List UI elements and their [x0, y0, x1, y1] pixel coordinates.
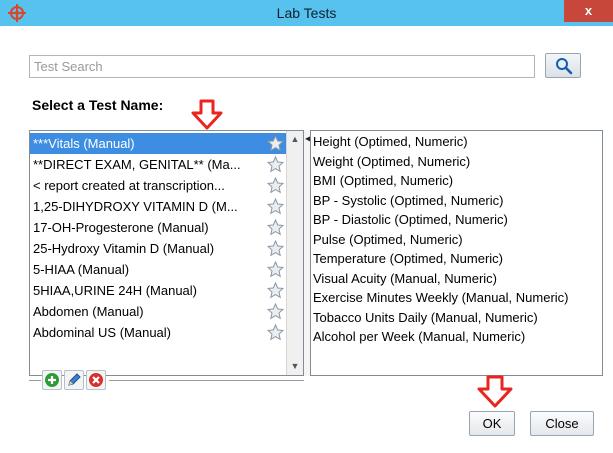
test-name-list[interactable]: ***Vitals (Manual) **DIRECT EXAM, GENITAL… [29, 130, 304, 376]
test-component-item[interactable]: Alcohol per Week (Manual, Numeric) [313, 327, 525, 347]
add-test-button[interactable] [42, 370, 62, 390]
test-list-item[interactable]: 25-Hydroxy Vitamin D (Manual) [30, 238, 286, 259]
favorite-star-icon[interactable] [267, 177, 284, 194]
edit-test-button[interactable] [64, 370, 84, 390]
favorite-star-icon[interactable] [267, 324, 284, 341]
search-button[interactable] [545, 53, 581, 78]
toolbar-divider [109, 380, 304, 381]
pencil-icon [68, 373, 81, 386]
title-bar[interactable]: Lab Tests x [0, 0, 613, 26]
test-list-item-label: 1,25-DIHYDROXY VITAMIN D (M... [33, 199, 238, 214]
test-list-item-label: ***Vitals (Manual) [33, 136, 135, 151]
test-list-item-label: 5-HIAA (Manual) [33, 262, 130, 277]
test-component-item[interactable]: Temperature (Optimed, Numeric) [313, 249, 503, 269]
test-component-item[interactable]: Height (Optimed, Numeric) [313, 132, 468, 152]
lab-tests-dialog: Lab Tests x Select a Test Name: ***Vital… [0, 0, 613, 453]
favorite-star-icon[interactable] [267, 135, 284, 152]
magnifier-icon [556, 58, 573, 75]
test-component-item[interactable]: Visual Acuity (Manual, Numeric) [313, 269, 497, 289]
test-list-item[interactable]: 17-OH-Progesterone (Manual) [30, 217, 286, 238]
test-list-item-label: Abdomen (Manual) [33, 304, 144, 319]
favorite-star-icon[interactable] [267, 198, 284, 215]
delete-icon [89, 373, 103, 387]
favorite-star-icon[interactable] [267, 303, 284, 320]
test-component-item[interactable]: Exercise Minutes Weekly (Manual, Numeric… [313, 288, 569, 308]
ok-button[interactable]: OK [469, 411, 515, 436]
delete-test-button[interactable] [86, 370, 106, 390]
favorite-star-icon[interactable] [267, 156, 284, 173]
favorite-star-icon[interactable] [267, 219, 284, 236]
test-components-list[interactable]: Height (Optimed, Numeric) Weight (Optimed… [310, 130, 603, 376]
test-list-item[interactable]: < report created at transcription... [30, 175, 286, 196]
test-list-item[interactable]: 5-HIAA (Manual) [30, 259, 286, 280]
add-icon [45, 373, 59, 387]
test-list-item-label: 5HIAA,URINE 24H (Manual) [33, 283, 197, 298]
favorite-star-icon[interactable] [267, 261, 284, 278]
test-list-item-label: < report created at transcription... [33, 178, 225, 193]
test-component-item[interactable]: Weight (Optimed, Numeric) [313, 152, 470, 172]
scroll-up-arrow-icon[interactable]: ▲ [287, 131, 303, 148]
annotation-arrow-icon [191, 99, 223, 130]
test-list-item[interactable]: Abdominal US (Manual) [30, 322, 286, 343]
favorite-star-icon[interactable] [267, 282, 284, 299]
test-list-toolbar [29, 370, 304, 396]
test-search-input[interactable] [29, 55, 535, 78]
test-list-scrollbar[interactable]: ▲ ▼ [286, 131, 303, 375]
test-component-item[interactable]: BP - Systolic (Optimed, Numeric) [313, 191, 503, 211]
test-list-item-label: 25-Hydroxy Vitamin D (Manual) [33, 241, 215, 256]
test-list-item[interactable]: Abdomen (Manual) [30, 301, 286, 322]
test-list-item-label: **DIRECT EXAM, GENITAL** (Ma... [33, 157, 241, 172]
favorite-star-icon[interactable] [267, 240, 284, 257]
close-button[interactable]: Close [530, 411, 594, 436]
select-test-label: Select a Test Name: [32, 97, 164, 113]
test-list-item[interactable]: 1,25-DIHYDROXY VITAMIN D (M... [30, 196, 286, 217]
test-list-item[interactable]: **DIRECT EXAM, GENITAL** (Ma... [30, 154, 286, 175]
test-list-item[interactable]: 5HIAA,URINE 24H (Manual) [30, 280, 286, 301]
test-list-item[interactable]: ***Vitals (Manual) [30, 133, 286, 154]
toolbar-divider [29, 380, 41, 381]
window-close-button[interactable]: x [564, 0, 613, 22]
test-list-item-label: Abdominal US (Manual) [33, 325, 172, 340]
window-title: Lab Tests [276, 5, 337, 21]
annotation-arrow-icon [477, 375, 513, 408]
test-list-item-label: 17-OH-Progesterone (Manual) [33, 220, 209, 235]
test-component-item[interactable]: Pulse (Optimed, Numeric) [313, 230, 463, 250]
test-component-item[interactable]: BP - Diastolic (Optimed, Numeric) [313, 210, 508, 230]
test-component-item[interactable]: BMI (Optimed, Numeric) [313, 171, 453, 191]
test-component-item[interactable]: Tobacco Units Daily (Manual, Numeric) [313, 308, 538, 328]
